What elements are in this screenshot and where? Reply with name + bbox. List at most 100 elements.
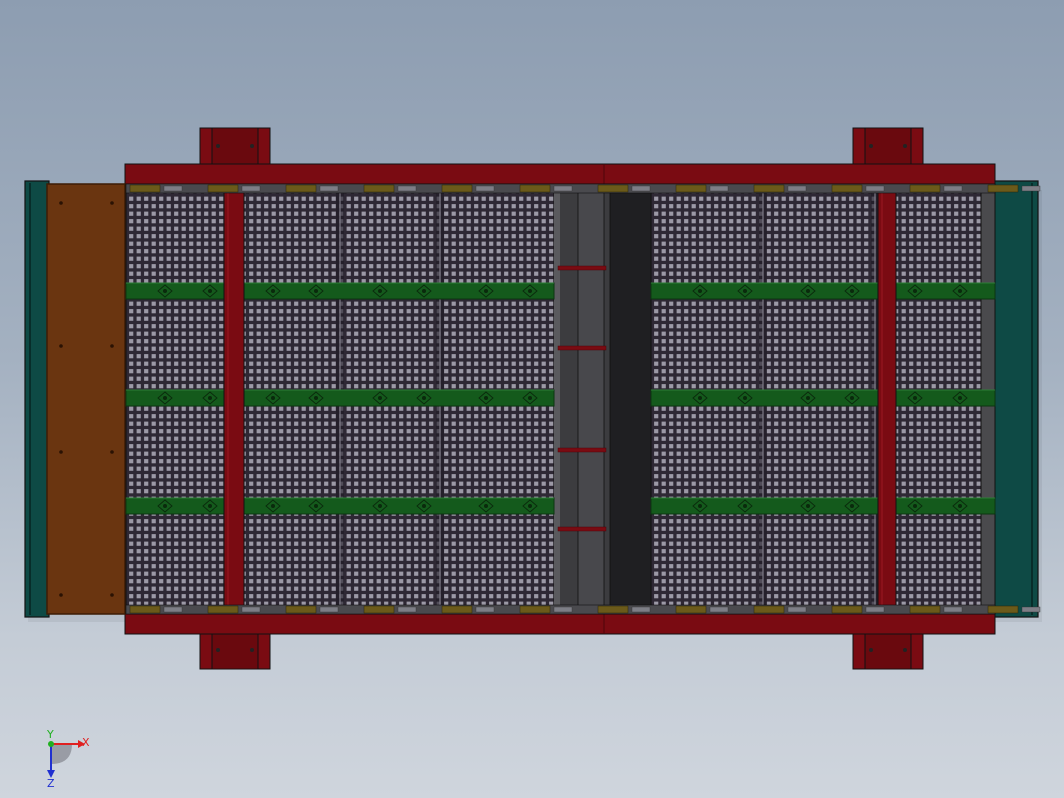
vibrating-screen-top-view [24,127,1042,670]
edge-clip-0-208 [207,184,239,193]
edge-clip-1-208 [207,605,239,614]
bracket-top-right [852,127,924,166]
bracket-bottom-right [852,631,924,670]
cross-bar-1-1 [650,389,996,407]
edge-lug-1-832 [865,606,885,613]
bracket-bottom-left-bolt-l [216,648,220,652]
cross-bar-2-0 [125,497,555,515]
feed-panel-bolt-4 [59,450,63,454]
feed-panel-bolt-1 [110,201,114,205]
edge-lug-0-988 [1021,185,1041,192]
bar-bolt-0-4 [378,289,382,293]
bar-bolt-0-3 [314,289,318,293]
feed-panel-bolt-3 [110,344,114,348]
edge-lug-0-910 [943,185,963,192]
cross-bar-2-1 [650,497,996,515]
feed-panel-bolt-6 [59,593,63,597]
end-plate-left [24,180,50,618]
edge-lug-0-286 [319,185,339,192]
triad-xy-plane [51,744,72,764]
edge-clip-1-754 [753,605,785,614]
edge-lug-1-988 [1021,606,1041,613]
bracket-bottom-left [199,631,271,670]
edge-lug-1-520 [553,606,573,613]
y-axis-point [48,741,54,747]
edge-clip-1-442 [441,605,473,614]
bracket-bottom-right-bolt-l [869,648,873,652]
edge-lug-0-520 [553,185,573,192]
cad-viewport[interactable]: X Y Z [0,0,1064,798]
x-axis-label: X [82,736,90,749]
bar-bolt-0-12 [913,289,917,293]
edge-lug-1-910 [943,606,963,613]
coordinate-triad[interactable]: X Y Z [38,730,118,790]
edge-clip-1-676 [675,605,707,614]
edge-lug-0-676 [709,185,729,192]
edge-clip-1-988 [987,605,1019,614]
edge-lug-1-754 [787,606,807,613]
edge-clip-1-364 [363,605,395,614]
bar-bolt-0-13 [958,289,962,293]
center-rung-2 [557,447,607,453]
feed-panel-bolt-0 [59,201,63,205]
cross-bar-0-0 [125,282,555,300]
edge-lug-0-754 [787,185,807,192]
bar-bolt-1-6 [484,396,488,400]
edge-lug-0-208 [241,185,261,192]
center-rung-1 [557,345,607,351]
bar-bolt-1-7 [528,396,532,400]
vertical-beam-1 [877,183,897,615]
edge-lug-1-130 [163,606,183,613]
edge-lug-1-442 [475,606,495,613]
center-trough [609,183,652,615]
bar-bolt-0-9 [743,289,747,293]
bar-bolt-0-11 [850,289,854,293]
vertical-beam-0 [223,183,245,615]
edge-clip-0-598 [597,184,629,193]
bar-bolt-1-1 [208,396,212,400]
bar-bolt-0-6 [484,289,488,293]
edge-clip-0-520 [519,184,551,193]
center-inner-plate [577,183,605,615]
edge-lug-1-676 [709,606,729,613]
bar-bolt-2-6 [484,504,488,508]
bar-bolt-2-5 [422,504,426,508]
center-edge-left [554,184,560,614]
edge-clip-0-364 [363,184,395,193]
rail-bottom [124,613,996,635]
bar-bolt-1-8 [698,396,702,400]
bar-bolt-1-12 [913,396,917,400]
y-axis-label: Y [46,730,54,741]
feed-panel-bolt-2 [59,344,63,348]
bar-bolt-0-10 [806,289,810,293]
bar-bolt-1-13 [958,396,962,400]
edge-lug-1-364 [397,606,417,613]
bracket-bottom-left-bolt-r [250,648,254,652]
bar-bolt-2-8 [698,504,702,508]
bracket-top-right-bolt-r [903,144,907,148]
bracket-top-left-bolt-l [216,144,220,148]
bar-bolt-2-1 [208,504,212,508]
edge-lug-0-442 [475,185,495,192]
bar-bolt-0-7 [528,289,532,293]
feed-panel-bolt-7 [110,593,114,597]
edge-lug-1-286 [319,606,339,613]
feed-panel-board [46,183,126,615]
edge-clip-1-910 [909,605,941,614]
bar-bolt-0-8 [698,289,702,293]
edge-clip-0-988 [987,184,1019,193]
bar-bolt-2-3 [314,504,318,508]
bar-bolt-0-2 [271,289,275,293]
bar-bolt-0-5 [422,289,426,293]
edge-clip-1-520 [519,605,551,614]
bar-bolt-0-1 [208,289,212,293]
bracket-top-left-bolt-r [250,144,254,148]
bar-bolt-1-0 [163,396,167,400]
edge-clip-1-598 [597,605,629,614]
edge-clip-1-130 [129,605,161,614]
z-axis-label: Z [47,777,55,790]
center-channel [553,183,652,615]
bar-bolt-1-4 [378,396,382,400]
bar-bolt-1-3 [314,396,318,400]
edge-clip-1-286 [285,605,317,614]
